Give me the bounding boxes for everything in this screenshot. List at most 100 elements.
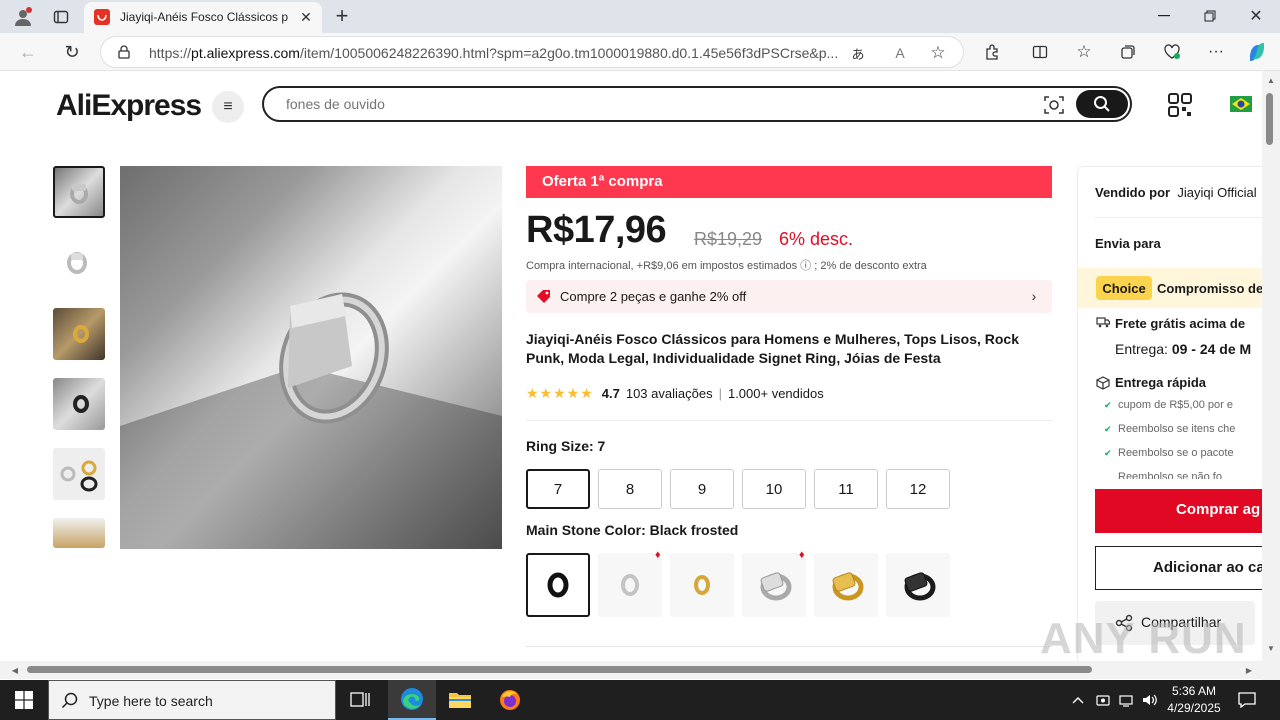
aliexpress-logo[interactable]: AliExpress (56, 89, 202, 123)
gallery-thumbnail[interactable] (53, 236, 105, 288)
tax-note: Compra internacional, +R$9,06 em imposto… (526, 260, 927, 272)
hot-flame-icon: ♦ (799, 549, 805, 561)
refresh-icon[interactable]: ↻ (60, 40, 84, 64)
delivery-estimate: Entrega: 09 - 24 de M (1115, 341, 1251, 357)
separator: | (718, 385, 722, 401)
network-icon[interactable] (1117, 680, 1137, 720)
ship-to-label[interactable]: Envia para (1095, 236, 1161, 251)
meet-now-icon[interactable] (1093, 680, 1113, 720)
free-shipping: Frete grátis acima de (1115, 316, 1246, 331)
lock-icon[interactable] (115, 44, 133, 60)
profile-icon[interactable] (10, 4, 36, 30)
file-explorer-icon[interactable] (436, 680, 484, 720)
back-icon[interactable]: ← (16, 40, 40, 64)
gallery-thumbnail[interactable] (53, 308, 105, 360)
read-aloud-icon[interactable]: A (889, 43, 911, 63)
split-screen-icon[interactable] (1028, 40, 1052, 64)
delivery-label: Entrega: (1115, 341, 1168, 357)
discount-badge: 6% desc. (779, 229, 854, 249)
scroll-down-icon[interactable]: ▼ (1266, 643, 1276, 653)
search-icon (1094, 96, 1110, 112)
copilot-icon[interactable] (1244, 39, 1270, 65)
favorites-icon[interactable]: ☆ (1072, 40, 1096, 64)
new-tab-icon[interactable]: + (330, 3, 354, 28)
collections-icon[interactable] (1116, 40, 1140, 64)
extensions-icon[interactable] (980, 40, 1004, 64)
brazil-flag-icon[interactable] (1230, 96, 1252, 112)
size-option-12[interactable]: 12 (886, 469, 950, 509)
task-view-icon[interactable] (336, 680, 384, 720)
edge-app-icon[interactable] (388, 680, 436, 720)
notifications-icon[interactable] (1236, 680, 1258, 720)
scroll-right-icon[interactable]: ▶ (1244, 665, 1254, 675)
search-bar (262, 86, 1132, 122)
seller-link[interactable]: Jiayiqi Official (1177, 185, 1256, 200)
close-tab-icon[interactable]: ✕ (298, 9, 314, 25)
original-price: R$19,29 (694, 229, 763, 249)
restore-icon[interactable] (1198, 6, 1222, 26)
benefit-item: Reembolso se o pacote (1104, 447, 1234, 459)
show-hidden-icons-icon[interactable] (1068, 680, 1088, 720)
size-option-7[interactable]: 7 (526, 469, 590, 509)
reviews-link[interactable]: 103 avaliações (626, 386, 713, 401)
close-window-icon[interactable]: ✕ (1244, 6, 1268, 26)
scroll-up-icon[interactable]: ▲ (1266, 75, 1276, 85)
tag-icon (536, 289, 552, 303)
color-option-gold-square[interactable] (814, 553, 878, 617)
tab-aliexpress[interactable]: Jiayiqi-Anéis Fosco Clássicos par ✕ (84, 2, 322, 33)
scroll-left-icon[interactable]: ◀ (10, 665, 20, 675)
product-main-image[interactable] (120, 166, 502, 549)
benefit-item: Reembolso se itens che (1104, 423, 1235, 435)
search-input[interactable] (286, 94, 986, 114)
volume-icon[interactable] (1140, 680, 1160, 720)
benefit-item: Reembolso se não fo (1118, 471, 1222, 479)
delivery-dates: 09 - 24 de M (1171, 341, 1252, 357)
rating-value: 4.7 (601, 385, 620, 401)
windows-start-icon[interactable] (0, 680, 48, 720)
color-option-gold-round[interactable] (670, 553, 734, 617)
color-option-black-frosted[interactable] (526, 553, 590, 617)
image-search-icon[interactable] (1042, 94, 1066, 116)
divider (526, 420, 1052, 421)
size-option-10[interactable]: 10 (742, 469, 806, 509)
clock[interactable]: 5:36 AM 4/29/2025 (1160, 683, 1228, 717)
favorite-star-icon[interactable]: ☆ (927, 43, 949, 63)
choice-strip: Choice Compromisso de (1078, 268, 1262, 308)
color-option-silver-round[interactable] (598, 553, 662, 617)
menu-icon[interactable]: ≡ (212, 91, 244, 123)
url-text: https://pt.aliexpress.com/item/100500624… (149, 45, 839, 61)
more-options-icon[interactable]: ··· (1204, 40, 1228, 64)
browser-toolbar: ← ↻ https://pt.aliexpress.com/item/10050… (0, 33, 1280, 71)
gallery-thumbnail[interactable] (53, 166, 105, 218)
size-option-11[interactable]: 11 (814, 469, 878, 509)
gallery-thumbnail[interactable] (53, 378, 105, 430)
gallery-thumbnail[interactable] (53, 518, 105, 548)
web-page: AliExpress ≡ fones de ouvido Oferta 1ª c… (0, 71, 1262, 661)
color-option-black-square[interactable] (886, 553, 950, 617)
divider (526, 646, 1052, 647)
address-bar[interactable]: https://pt.aliexpress.com/item/100500624… (100, 36, 964, 68)
sold-count: 1.000+ vendidos (727, 385, 824, 401)
buy-now-button[interactable]: Comprar ag (1095, 489, 1262, 533)
horizontal-scroll-thumb[interactable] (27, 666, 1092, 673)
qr-code-icon[interactable] (1166, 91, 1194, 119)
vertical-scrollbar[interactable]: ▲ ▼ (1262, 71, 1280, 661)
browser-essentials-icon[interactable] (1160, 40, 1184, 64)
taskbar-search[interactable]: Type here to search (48, 680, 336, 720)
add-to-cart-button[interactable]: Adicionar ao ca (1095, 546, 1262, 590)
search-button[interactable] (1076, 90, 1128, 118)
fast-delivery: Entrega rápida (1115, 375, 1207, 390)
sold-by: Vendido por Jiayiqi Official (1095, 185, 1257, 200)
clock-time: 5:36 AM (1171, 684, 1217, 698)
size-option-8[interactable]: 8 (598, 469, 662, 509)
benefit-item: cupom de R$5,00 por e (1104, 399, 1233, 411)
firefox-icon[interactable] (486, 680, 534, 720)
minimize-icon[interactable] (1152, 6, 1176, 26)
size-option-9[interactable]: 9 (670, 469, 734, 509)
tab-actions-icon[interactable] (48, 4, 74, 30)
bundle-offer[interactable]: Compre 2 peças e ganhe 2% off › (526, 280, 1052, 313)
gallery-thumbnail[interactable] (53, 448, 105, 500)
color-option-silver-square[interactable] (742, 553, 806, 617)
vertical-scroll-thumb[interactable] (1266, 93, 1273, 145)
translate-icon[interactable]: あ (847, 43, 869, 63)
